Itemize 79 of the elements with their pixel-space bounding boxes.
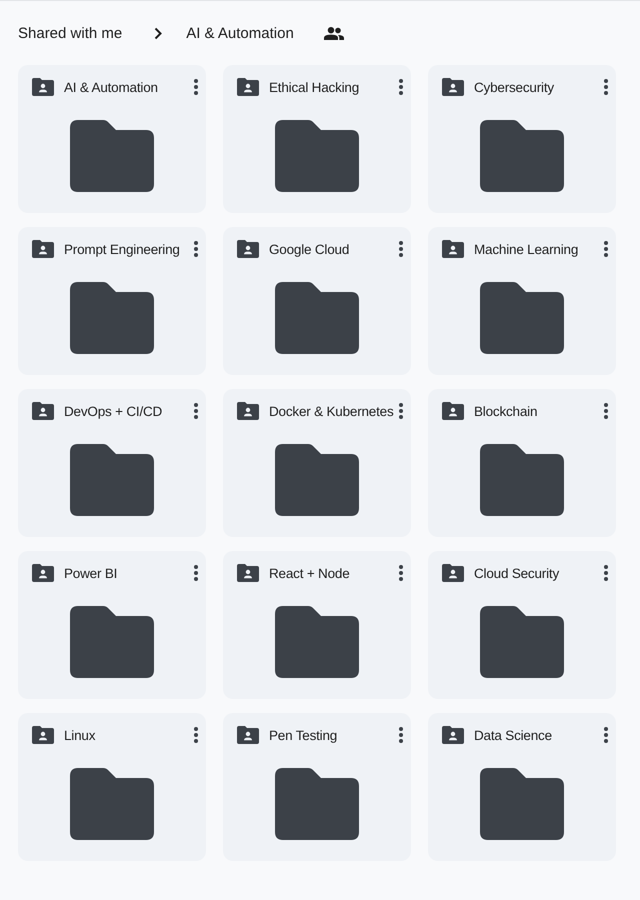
folder-card[interactable]: Ethical Hacking (223, 65, 411, 213)
more-options-icon[interactable] (194, 727, 198, 743)
folder-icon (480, 282, 564, 354)
folder-card[interactable]: Pen Testing (223, 713, 411, 861)
folder-icon (480, 444, 564, 516)
folder-name: Machine Learning (474, 242, 580, 256)
shared-folder-icon (237, 240, 259, 258)
shared-folder-icon (32, 726, 54, 744)
folder-name: Prompt Engineering (64, 242, 181, 256)
folder-name: React + Node (269, 566, 351, 580)
folder-icon (70, 120, 154, 192)
shared-folder-icon (442, 240, 464, 258)
shared-folder-icon (442, 726, 464, 744)
folder-icon (275, 282, 359, 354)
more-options-icon[interactable] (604, 79, 608, 95)
folder-card[interactable]: DevOps + CI/CD (18, 389, 206, 537)
more-options-icon[interactable] (194, 79, 198, 95)
folder-name: DevOps + CI/CD (64, 404, 164, 418)
folder-icon (480, 768, 564, 840)
folder-icon (275, 120, 359, 192)
folder-name: Pen Testing (269, 728, 338, 742)
shared-folder-icon (32, 78, 54, 96)
more-options-icon[interactable] (194, 241, 198, 257)
shared-folder-icon (442, 564, 464, 582)
folder-name: Linux (64, 728, 96, 742)
folder-name: AI & Automation (64, 80, 159, 94)
folder-icon (480, 120, 564, 192)
people-icon[interactable] (324, 26, 344, 40)
shared-folder-icon (237, 78, 259, 96)
more-options-icon[interactable] (399, 241, 403, 257)
shared-folder-icon (32, 564, 54, 582)
more-options-icon[interactable] (399, 565, 403, 581)
folder-icon (275, 606, 359, 678)
folder-name: Cybersecurity (474, 80, 555, 94)
folder-name: Ethical Hacking (269, 80, 360, 94)
folder-card[interactable]: React + Node (223, 551, 411, 699)
more-options-icon[interactable] (399, 79, 403, 95)
shared-folder-icon (32, 402, 54, 420)
folder-card[interactable]: Data Science (428, 713, 616, 861)
folder-name: Google Cloud (269, 242, 350, 256)
folder-card[interactable]: Cybersecurity (428, 65, 616, 213)
shared-folder-icon (442, 78, 464, 96)
more-options-icon[interactable] (399, 403, 403, 419)
folder-name: Data Science (474, 728, 553, 742)
shared-folder-icon (237, 726, 259, 744)
breadcrumb-link[interactable]: Shared with me (18, 24, 122, 42)
folder-card[interactable]: Cloud Security (428, 551, 616, 699)
more-options-icon[interactable] (604, 241, 608, 257)
folder-card[interactable]: Prompt Engineering (18, 227, 206, 375)
more-options-icon[interactable] (604, 727, 608, 743)
shared-folder-icon (237, 564, 259, 582)
breadcrumb-link[interactable]: AI & Automation (186, 24, 294, 42)
folder-icon (70, 282, 154, 354)
more-options-icon[interactable] (194, 403, 198, 419)
folder-icon (480, 606, 564, 678)
more-options-icon[interactable] (604, 403, 608, 419)
folder-name: Blockchain (474, 404, 538, 418)
shared-folder-icon (237, 402, 259, 420)
folder-icon (275, 444, 359, 516)
more-options-icon[interactable] (604, 565, 608, 581)
chevron-icon (154, 26, 162, 40)
folder-icon (70, 768, 154, 840)
folder-card[interactable]: Google Cloud (223, 227, 411, 375)
folder-card[interactable]: Docker & Kubernetes (223, 389, 411, 537)
folder-card[interactable]: Machine Learning (428, 227, 616, 375)
folder-card[interactable]: Blockchain (428, 389, 616, 537)
folder-name: Docker & Kubernetes (269, 404, 395, 418)
folder-card[interactable]: Linux (18, 713, 206, 861)
shared-folder-icon (32, 240, 54, 258)
folder-icon (70, 444, 154, 516)
folder-card[interactable]: AI & Automation (18, 65, 206, 213)
shared-folder-icon (442, 402, 464, 420)
folder-icon (275, 768, 359, 840)
more-options-icon[interactable] (399, 727, 403, 743)
folder-card[interactable]: Power BI (18, 551, 206, 699)
more-options-icon[interactable] (194, 565, 198, 581)
folder-name: Cloud Security (474, 566, 560, 580)
folder-name: Power BI (64, 566, 118, 580)
folder-icon (70, 606, 154, 678)
